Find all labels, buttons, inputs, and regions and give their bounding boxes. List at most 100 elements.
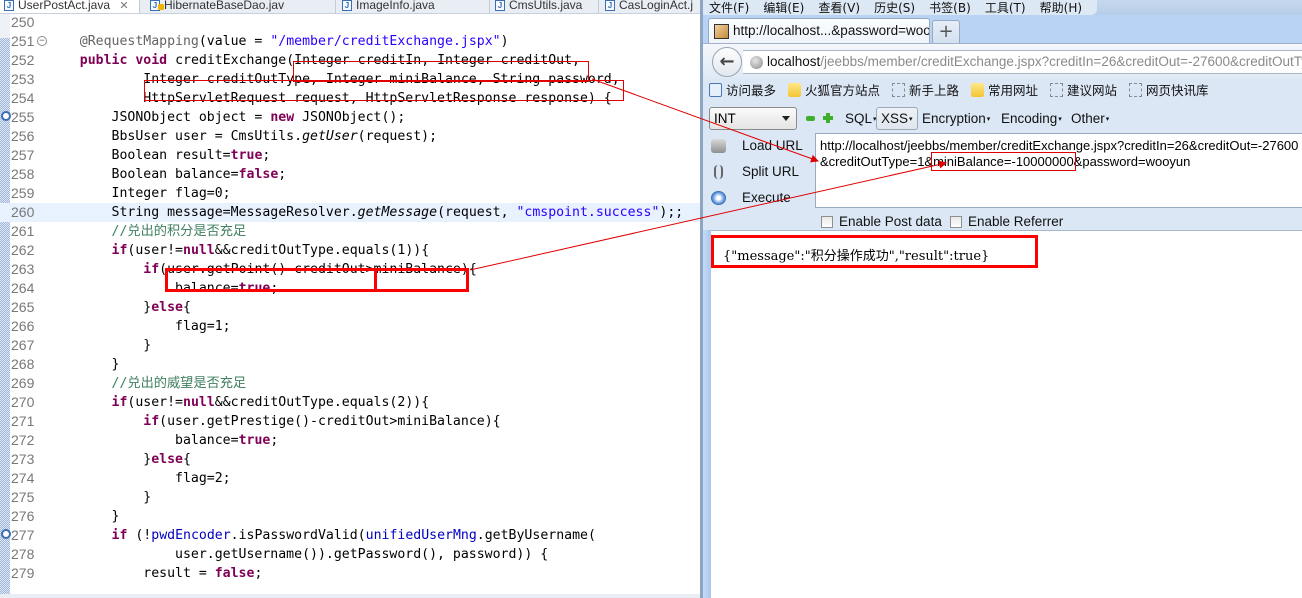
- url-bar[interactable]: localhost/jeebbs/member/creditExchange.j…: [743, 50, 1302, 74]
- fold-toggle-icon[interactable]: −: [37, 36, 47, 46]
- code-line[interactable]: 257 Boolean result=true;: [0, 146, 700, 165]
- bookmark-most-visited[interactable]: 访问最多: [709, 79, 776, 103]
- code-line[interactable]: 279 result = false;: [0, 564, 700, 583]
- enable-referrer-checkbox[interactable]: Enable Referrer: [950, 214, 1063, 230]
- code-line[interactable]: 251− @RequestMapping(value = "/member/cr…: [0, 32, 700, 51]
- line-number: 255: [11, 109, 35, 125]
- code-line[interactable]: 277 if (!pwdEncoder.isPasswordValid(unif…: [0, 526, 700, 545]
- line-number: 276: [11, 508, 35, 524]
- site-identity-icon[interactable]: [750, 56, 763, 69]
- editor-tab-casloginact[interactable]: J CasLoginAct.j: [601, 0, 700, 13]
- bookmark-common-sites[interactable]: 常用网址: [971, 79, 1038, 103]
- editor-tab-cmsutils[interactable]: J CmsUtils.java: [491, 0, 599, 13]
- back-button[interactable]: ←: [712, 47, 742, 77]
- code-line[interactable]: 254 HttpServletRequest request, HttpServ…: [0, 89, 700, 108]
- line-number: 267: [11, 337, 35, 353]
- code-line[interactable]: 259 Integer flag=0;: [0, 184, 700, 203]
- search-icon: [709, 83, 722, 97]
- code-line[interactable]: 276 }: [0, 507, 700, 526]
- line-number: 268: [11, 356, 35, 372]
- code-line[interactable]: 270 if(user!=null&&creditOutType.equals(…: [0, 393, 700, 412]
- encryption-menu[interactable]: Encryption▾: [922, 107, 990, 130]
- tomcat-favicon-icon: [714, 24, 729, 39]
- execute-button[interactable]: Execute: [709, 187, 791, 209]
- bookmark-getting-started[interactable]: 新手上路: [892, 79, 959, 103]
- code-text: }else{: [48, 300, 191, 315]
- line-number: 277: [11, 527, 35, 543]
- code-text: flag=1;: [48, 319, 231, 334]
- code-line[interactable]: 273 }else{: [0, 450, 700, 469]
- code-line[interactable]: 265 }else{: [0, 298, 700, 317]
- code-text: user.getUsername()).getPassword(), passw…: [48, 547, 549, 562]
- code-line[interactable]: 271 if(user.getPrestige()-creditOut>mini…: [0, 412, 700, 431]
- search-marker-icon: [1, 529, 11, 539]
- code-line[interactable]: 261 //兑出的积分是否充足: [0, 222, 700, 241]
- code-line[interactable]: 268 }: [0, 355, 700, 374]
- code-line[interactable]: 275 }: [0, 488, 700, 507]
- code-line[interactable]: 269 //兑出的威望是否充足: [0, 374, 700, 393]
- load-url-button[interactable]: Load URL: [709, 135, 803, 157]
- hackbar-url-input[interactable]: http://localhost/jeebbs/member/creditExc…: [815, 133, 1302, 208]
- warning-icon: [158, 4, 164, 10]
- bookmark-firefox-official[interactable]: 火狐官方站点: [788, 79, 880, 103]
- enable-post-checkbox[interactable]: Enable Post data: [821, 214, 942, 230]
- encoding-menu[interactable]: Encoding▾: [1001, 107, 1062, 130]
- browser-tab[interactable]: http://localhost...&password=wooyun: [708, 18, 930, 44]
- split-url-button[interactable]: Split URL: [709, 161, 799, 183]
- line-number: 274: [11, 470, 35, 486]
- code-line[interactable]: 274 flag=2;: [0, 469, 700, 488]
- code-text: HttpServletRequest request, HttpServletR…: [48, 91, 612, 106]
- java-file-icon: J: [605, 0, 615, 11]
- sql-menu[interactable]: SQL▾: [845, 107, 877, 130]
- code-text: if(user!=null&&creditOutType.equals(1)){: [111, 243, 430, 258]
- line-number: 250: [11, 14, 35, 30]
- code-line[interactable]: 263 if(user.getPoint()-creditOut>miniBal…: [0, 260, 700, 279]
- chevron-down-icon: [782, 116, 790, 121]
- close-tab-icon[interactable]: ✕: [119, 0, 128, 12]
- editor-tab-imageinfo[interactable]: J ImageInfo.java: [338, 0, 490, 13]
- scissors-icon: [714, 165, 723, 179]
- code-line[interactable]: 252 public void creditExchange(Integer c…: [0, 51, 700, 70]
- increment-icon[interactable]: [823, 113, 833, 123]
- folder-icon: [971, 83, 984, 97]
- editor-tab-bar: J UserPostAct.java ✕ J HibernateBaseDao.…: [0, 0, 700, 14]
- line-number: 265: [11, 299, 35, 315]
- java-file-icon: J: [495, 0, 505, 11]
- code-line[interactable]: 264 balance=true;: [0, 279, 700, 298]
- editor-hscroll[interactable]: [0, 594, 700, 598]
- code-line[interactable]: 272 balance=true;: [0, 431, 700, 450]
- type-select[interactable]: INT: [709, 107, 797, 130]
- code-text: Boolean result=true;: [48, 148, 271, 163]
- editor-tab-hibernatebasedao[interactable]: J HibernateBaseDao.jav: [146, 0, 336, 13]
- code-line[interactable]: 278 user.getUsername()).getPassword(), p…: [0, 545, 700, 564]
- line-number: 279: [11, 565, 35, 581]
- code-editor[interactable]: J UserPostAct.java ✕ J HibernateBaseDao.…: [0, 0, 700, 598]
- editor-tab-userpostact[interactable]: J UserPostAct.java ✕: [0, 0, 140, 13]
- code-text: }: [48, 338, 152, 353]
- navigation-bar: localhost/jeebbs/member/creditExchange.j…: [703, 43, 1302, 79]
- code-text: Integer flag=0;: [48, 186, 231, 201]
- code-text: balance=true;: [48, 433, 279, 448]
- code-line[interactable]: 250: [0, 13, 700, 32]
- code-line[interactable]: 253 Integer creditOutType, Integer miniB…: [0, 70, 700, 89]
- code-text: result = false;: [48, 566, 263, 581]
- other-menu[interactable]: Other▾: [1071, 107, 1109, 130]
- code-line[interactable]: 255 JSONObject object = new JSONObject()…: [0, 108, 700, 127]
- line-number: 253: [11, 71, 35, 87]
- dashed-page-icon: [1129, 83, 1142, 97]
- xss-menu[interactable]: XSS▾: [876, 107, 918, 130]
- line-number: 278: [11, 546, 35, 562]
- code-line[interactable]: 262 if(user!=null&&creditOutType.equals(…: [0, 241, 700, 260]
- code-text: public void creditExchange(Integer credi…: [79, 53, 580, 68]
- decrement-icon[interactable]: [806, 116, 815, 121]
- bookmark-web-slices[interactable]: 网页快讯库: [1129, 79, 1209, 103]
- code-text: balance=true;: [48, 281, 279, 296]
- new-tab-button[interactable]: +: [932, 20, 960, 43]
- code-line[interactable]: 267 }: [0, 336, 700, 355]
- code-line[interactable]: 260 String message=MessageResolver.getMe…: [0, 203, 700, 222]
- bookmark-suggested-sites[interactable]: 建议网站: [1050, 79, 1117, 103]
- code-line[interactable]: 256 BbsUser user = CmsUtils.getUser(requ…: [0, 127, 700, 146]
- code-line[interactable]: 266 flag=1;: [0, 317, 700, 336]
- browser-tab-strip: http://localhost...&password=wooyun +: [703, 15, 1302, 44]
- code-line[interactable]: 258 Boolean balance=false;: [0, 165, 700, 184]
